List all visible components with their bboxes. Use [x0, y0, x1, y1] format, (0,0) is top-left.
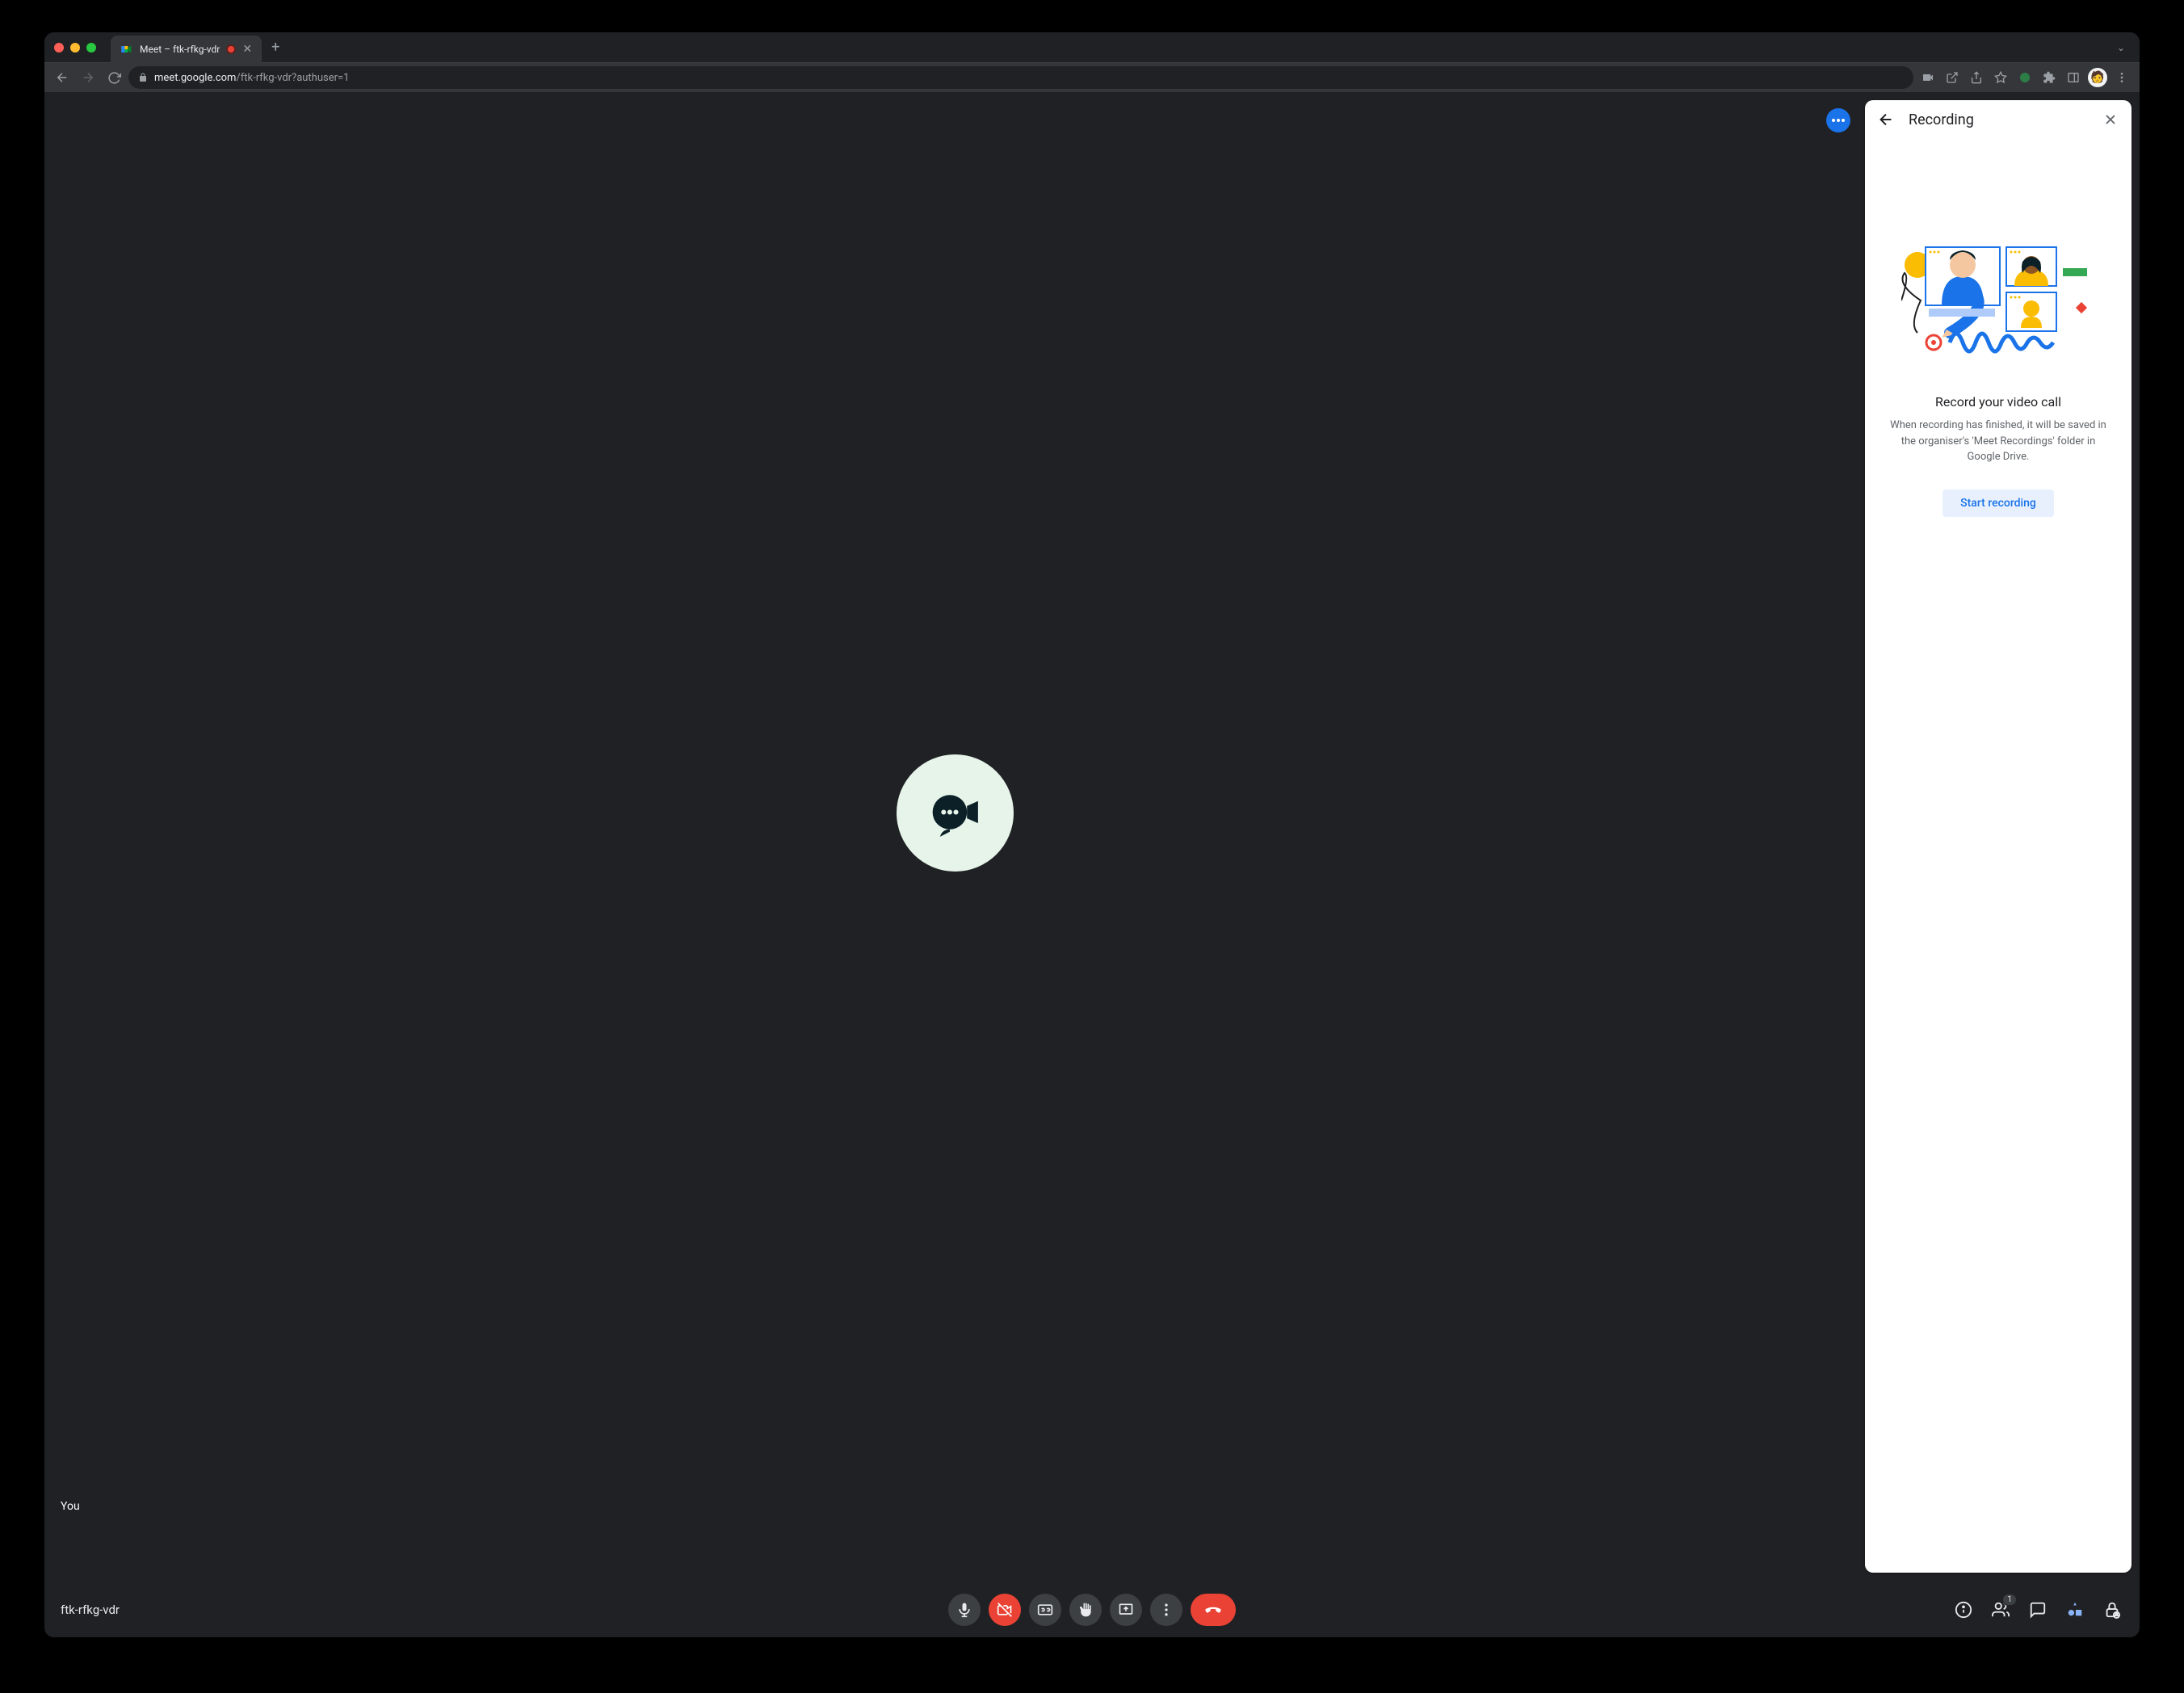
recording-illustration [1901, 236, 2095, 365]
recording-panel: Recording [1865, 100, 2132, 1573]
activities-button[interactable] [2064, 1598, 2086, 1621]
panel-body: Record your video call When recording ha… [1865, 139, 2132, 1573]
reload-button[interactable] [103, 66, 125, 89]
open-external-icon[interactable] [1941, 66, 1964, 89]
host-controls-button[interactable] [2101, 1598, 2123, 1621]
microphone-button[interactable] [948, 1594, 981, 1626]
url-text: meet.google.com/ftk-rfkg-vdr?authuser=1 [154, 72, 349, 84]
bookmark-icon[interactable] [1989, 66, 2012, 89]
present-screen-button[interactable] [1110, 1594, 1142, 1626]
meet-favicon-icon [120, 43, 133, 56]
browser-toolbar: meet.google.com/ftk-rfkg-vdr?authuser=1 … [44, 63, 2140, 92]
panel-title: Recording [1909, 111, 2088, 128]
profile-avatar[interactable]: 🧑 [2086, 66, 2109, 89]
captions-button[interactable] [1029, 1594, 1061, 1626]
extension-1-icon[interactable] [2014, 66, 2036, 89]
meet-app: You Recording [44, 92, 2140, 1637]
new-tab-button[interactable]: + [271, 39, 279, 56]
raise-hand-button[interactable] [1069, 1594, 1102, 1626]
meeting-details-button[interactable] [1952, 1598, 1975, 1621]
participant-tile-self [44, 92, 2140, 1582]
forward-button[interactable] [77, 66, 99, 89]
extensions-icon[interactable] [2038, 66, 2060, 89]
panel-back-button[interactable] [1876, 110, 1896, 129]
panel-close-button[interactable] [2101, 110, 2120, 129]
tab-title: Meet – ftk-rfkg-vdr [140, 44, 220, 55]
lock-icon [138, 73, 148, 82]
window-minimize-button[interactable] [70, 43, 80, 53]
window-close-button[interactable] [54, 43, 64, 53]
share-icon[interactable] [1965, 66, 1988, 89]
call-controls [948, 1594, 1236, 1626]
window-maximize-button[interactable] [86, 43, 96, 53]
tab-close-button[interactable]: ✕ [242, 43, 252, 56]
panel-heading: Record your video call [1935, 394, 2061, 410]
browser-menu-button[interactable] [2110, 66, 2133, 89]
participant-count-badge: 1 [2002, 1594, 2017, 1606]
camera-off-button[interactable] [989, 1594, 1021, 1626]
browser-window: Meet – ftk-rfkg-vdr ✕ + ⌄ meet.google.co… [44, 32, 2140, 1637]
panel-description: When recording has finished, it will be … [1881, 418, 2115, 465]
panel-header: Recording [1865, 100, 2132, 139]
recording-indicator-icon [226, 44, 236, 54]
tab-overflow-button[interactable]: ⌄ [2117, 42, 2125, 53]
people-button[interactable]: 1 [1989, 1598, 2012, 1621]
back-button[interactable] [51, 66, 74, 89]
participant-avatar [897, 754, 1014, 872]
video-area: You [44, 92, 2140, 1582]
tile-options-button[interactable] [1826, 108, 1850, 132]
toolbar-actions: 🧑 [1917, 66, 2133, 89]
participant-name-label: You [61, 1500, 80, 1513]
more-options-button[interactable] [1150, 1594, 1182, 1626]
leave-call-button[interactable] [1191, 1594, 1236, 1626]
meeting-code: ftk-rfkg-vdr [61, 1603, 120, 1617]
address-bar[interactable]: meet.google.com/ftk-rfkg-vdr?authuser=1 [128, 66, 1913, 89]
meet-bottom-bar: ftk-rfkg-vdr [44, 1582, 2140, 1637]
window-controls [54, 43, 96, 53]
browser-titlebar: Meet – ftk-rfkg-vdr ✕ + ⌄ [44, 32, 2140, 63]
info-controls: 1 [1952, 1598, 2123, 1621]
start-recording-button[interactable]: Start recording [1942, 489, 2054, 517]
camera-indicator-icon[interactable] [1917, 66, 1939, 89]
browser-tab[interactable]: Meet – ftk-rfkg-vdr ✕ [111, 36, 262, 63]
side-panel-icon[interactable] [2062, 66, 2085, 89]
chat-button[interactable] [2026, 1598, 2049, 1621]
